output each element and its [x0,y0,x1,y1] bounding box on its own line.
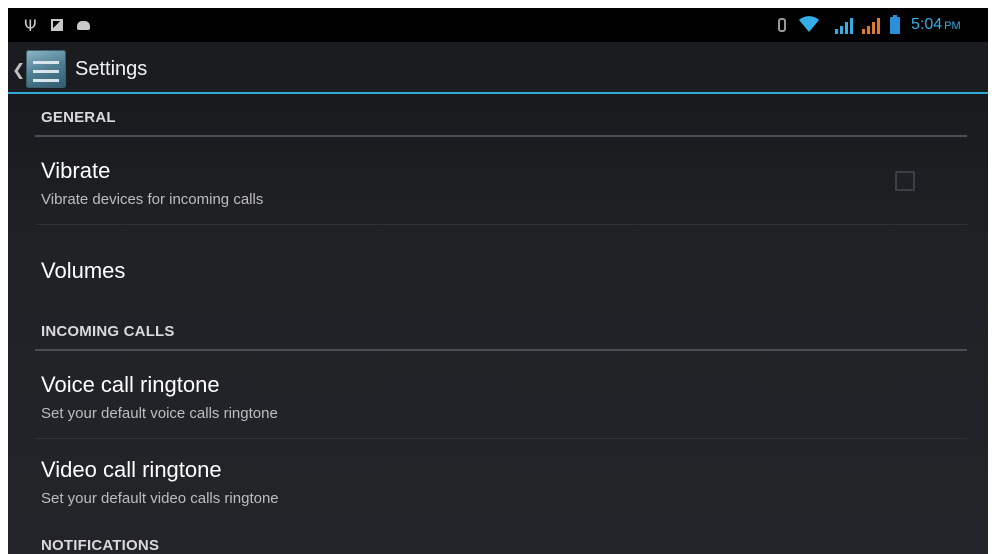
volumes-setting-row[interactable]: Volumes [8,225,988,309]
debug-bug-icon [76,20,90,30]
wifi-icon [799,16,819,32]
action-bar-divider [8,92,988,94]
video-ringtone-title: Video call ringtone [41,457,222,482]
vibrate-checkbox[interactable] [895,171,915,191]
volumes-title: Volumes [41,258,126,283]
section-rule [35,135,967,137]
video-ringtone-summary: Set your default video calls ringtone [41,490,279,507]
battery-icon [890,15,900,34]
image-notification-icon [50,19,63,31]
clock-time: 5:04 [911,16,943,33]
section-header-incoming-calls: INCOMING CALLS [41,323,175,340]
vibrate-summary: Vibrate devices for incoming calls [41,191,264,208]
signal-icon [862,18,880,34]
action-bar: ❮ Settings [8,42,988,94]
phone-screen: Ψ 5:04 PM ❮ Settings GENERAL Vibrate Vib… [8,8,988,554]
vibrate-setting-row[interactable]: Vibrate Vibrate devices for incoming cal… [8,144,988,224]
status-left-icons: Ψ [24,8,90,42]
bluetooth-icon [778,18,786,32]
page-title: Settings [75,58,148,80]
voice-ringtone-row[interactable]: Voice call ringtone Set your default voi… [8,358,988,438]
clock-ampm: PM [944,20,961,32]
usb-icon: Ψ [24,15,37,35]
video-ringtone-row[interactable]: Video call ringtone Set your default vid… [8,439,988,523]
voice-ringtone-summary: Set your default voice calls ringtone [41,405,278,422]
status-clock: 5:04 PM [911,16,961,34]
voice-ringtone-title: Voice call ringtone [41,372,220,397]
settings-app-icon[interactable] [26,50,66,88]
status-bar: Ψ 5:04 PM [8,8,988,42]
back-caret-icon[interactable]: ❮ [12,60,25,79]
vibrate-title: Vibrate [41,158,111,183]
signal-icon [835,18,853,34]
section-rule [35,349,967,351]
section-header-notifications: NOTIFICATIONS [41,537,160,554]
section-header-general: GENERAL [41,109,116,126]
